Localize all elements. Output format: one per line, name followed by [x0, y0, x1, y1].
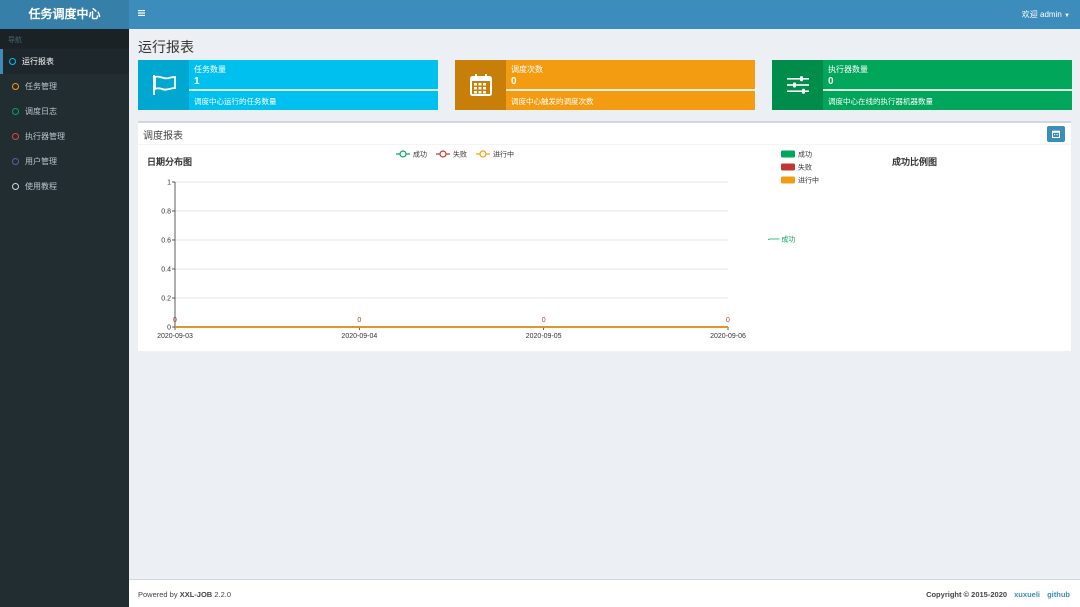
sidebar-item-help[interactable]: 使用教程: [0, 174, 129, 199]
legend-label: 成功: [413, 150, 427, 159]
data-label: 0: [542, 317, 546, 324]
x-tick-label: 2020-09-05: [526, 333, 562, 340]
legend-label: 进行中: [493, 150, 514, 159]
copyright-text: Copyright © 2015-2020: [926, 590, 1008, 599]
product-name: XXL-JOB: [179, 590, 213, 599]
footer-copyright: Copyright © 2015-2020 xuxueli github: [926, 590, 1070, 599]
info-desc: 调度中心触发的调度次数: [511, 97, 594, 106]
info-title: 执行器数量: [828, 65, 868, 74]
pie-chart: 成功失败进行中成功失败进行中: [768, 150, 819, 276]
sidebar-item-label: 使用教程: [25, 182, 57, 191]
flag-icon: [138, 60, 189, 110]
info-content: 执行器数量 0 调度中心在线的执行器机器数量: [823, 60, 1072, 110]
legend-marker: [439, 150, 447, 158]
y-tick-label: 0.6: [161, 238, 171, 245]
report-box-title: 调度报表: [143, 131, 183, 142]
sidebar-item-label: 运行报表: [22, 57, 54, 66]
circle-icon: [12, 133, 19, 140]
calendar-icon: [455, 60, 506, 110]
hamburger-icon[interactable]: [137, 8, 149, 20]
x-tick-label: 2020-09-06: [710, 333, 746, 340]
sidebar-item-label: 任务管理: [25, 82, 57, 91]
info-number: 1: [194, 76, 200, 87]
info-content: 任务数量 1 调度中心运行的任务数量: [189, 60, 438, 110]
y-tick-label: 0.4: [161, 267, 171, 274]
x-tick-label: 2020-09-04: [341, 333, 377, 340]
sidebar-menu: 运行报表 任务管理 调度日志 执行器管理 用户管理 使用教程: [0, 49, 129, 199]
info-number: 0: [828, 76, 834, 87]
caret-down-icon: ▼: [1064, 13, 1070, 19]
author-link[interactable]: xuxueli: [1014, 590, 1040, 599]
info-title: 调度次数: [511, 65, 543, 74]
sidebar-item-job-log[interactable]: 调度日志: [0, 99, 129, 124]
progress-bar: [823, 89, 1072, 91]
info-number: 0: [511, 76, 517, 87]
date-range-button[interactable]: [1047, 126, 1065, 142]
github-link[interactable]: github: [1047, 590, 1070, 599]
sidebar-item-label: 用户管理: [25, 157, 57, 166]
progress-bar: [189, 89, 438, 91]
info-box-job-count: 任务数量 1 调度中心运行的任务数量: [138, 60, 438, 110]
product-version: 2.2.0: [214, 590, 231, 599]
data-label: 0: [357, 317, 361, 324]
legend-marker: [399, 150, 407, 158]
line-chart: 0 0.2 0.4 0.6 0.8 1 2020-09-03 2020-09-04 2020-0…: [157, 150, 746, 341]
pie-label: 成功: [781, 235, 795, 244]
y-tick-label: 1: [167, 180, 171, 187]
circle-icon: [9, 58, 16, 65]
legend-swatch: [781, 176, 795, 184]
legend-marker: [479, 150, 487, 158]
info-content: 调度次数 0 调度中心触发的调度次数: [506, 60, 755, 110]
sidebar-item-user-manage[interactable]: 用户管理: [0, 149, 129, 174]
sidebar-item-run-report[interactable]: 运行报表: [0, 49, 129, 74]
sliders-icon: [772, 60, 823, 110]
info-desc: 调度中心在线的执行器机器数量: [828, 97, 933, 106]
info-desc: 调度中心运行的任务数量: [194, 97, 277, 106]
info-title: 任务数量: [194, 65, 226, 74]
report-box: 调度报表 日期分布图 成功比例图 0 0.2 0.4 0.6 0.8 1 2020-09-0…: [138, 121, 1071, 351]
circle-icon: [12, 183, 19, 190]
circle-icon: [12, 158, 19, 165]
y-tick-label: 0.2: [161, 296, 171, 303]
legend-label: 失败: [453, 150, 467, 159]
legend-swatch: [781, 150, 795, 158]
legend-swatch: [781, 163, 795, 171]
legend-label: 失败: [798, 163, 812, 172]
legend-label: 成功: [798, 150, 812, 159]
main-content: 运行报表 任务数量 1 调度中心运行的任务数量 调度次数 0 调度中心触发的调度…: [129, 29, 1080, 579]
sidebar-item-executor-manage[interactable]: 执行器管理: [0, 124, 129, 149]
sidebar: 任务调度中心 导航 运行报表 任务管理 调度日志 执行器管理 用户管理 使用教程: [0, 0, 129, 607]
circle-icon: [12, 108, 19, 115]
progress-bar: [506, 89, 755, 91]
nav-header: 导航: [0, 29, 129, 49]
x-tick-label: 2020-09-03: [157, 333, 193, 340]
pie-leader-line: [768, 238, 780, 241]
y-tick-label: 0.8: [161, 209, 171, 216]
user-menu[interactable]: 欢迎 admin ▼: [1022, 9, 1070, 20]
sidebar-item-label: 执行器管理: [25, 132, 65, 141]
user-label: 欢迎 admin: [1021, 10, 1062, 19]
box-divider: [138, 144, 1071, 145]
footer-powered: Powered by XXL-JOB 2.2.0: [138, 590, 231, 599]
info-box-trigger-count: 调度次数 0 调度中心触发的调度次数: [455, 60, 755, 110]
page-title: 运行报表: [138, 39, 194, 55]
sidebar-item-job-manage[interactable]: 任务管理: [0, 74, 129, 99]
app-logo[interactable]: 任务调度中心: [0, 0, 129, 29]
sidebar-item-label: 调度日志: [25, 107, 57, 116]
calendar-small-icon: [1052, 130, 1060, 138]
footer: Powered by XXL-JOB 2.2.0 Copyright © 201…: [129, 579, 1080, 607]
legend-label: 进行中: [798, 176, 819, 185]
powered-prefix: Powered by: [138, 590, 178, 599]
data-label: 0: [726, 317, 730, 324]
data-label: 0: [173, 317, 177, 324]
circle-icon: [12, 83, 19, 90]
info-box-executor-count: 执行器数量 0 调度中心在线的执行器机器数量: [772, 60, 1072, 110]
y-tick-label: 0: [167, 325, 171, 332]
top-header: 欢迎 admin ▼: [129, 0, 1080, 29]
